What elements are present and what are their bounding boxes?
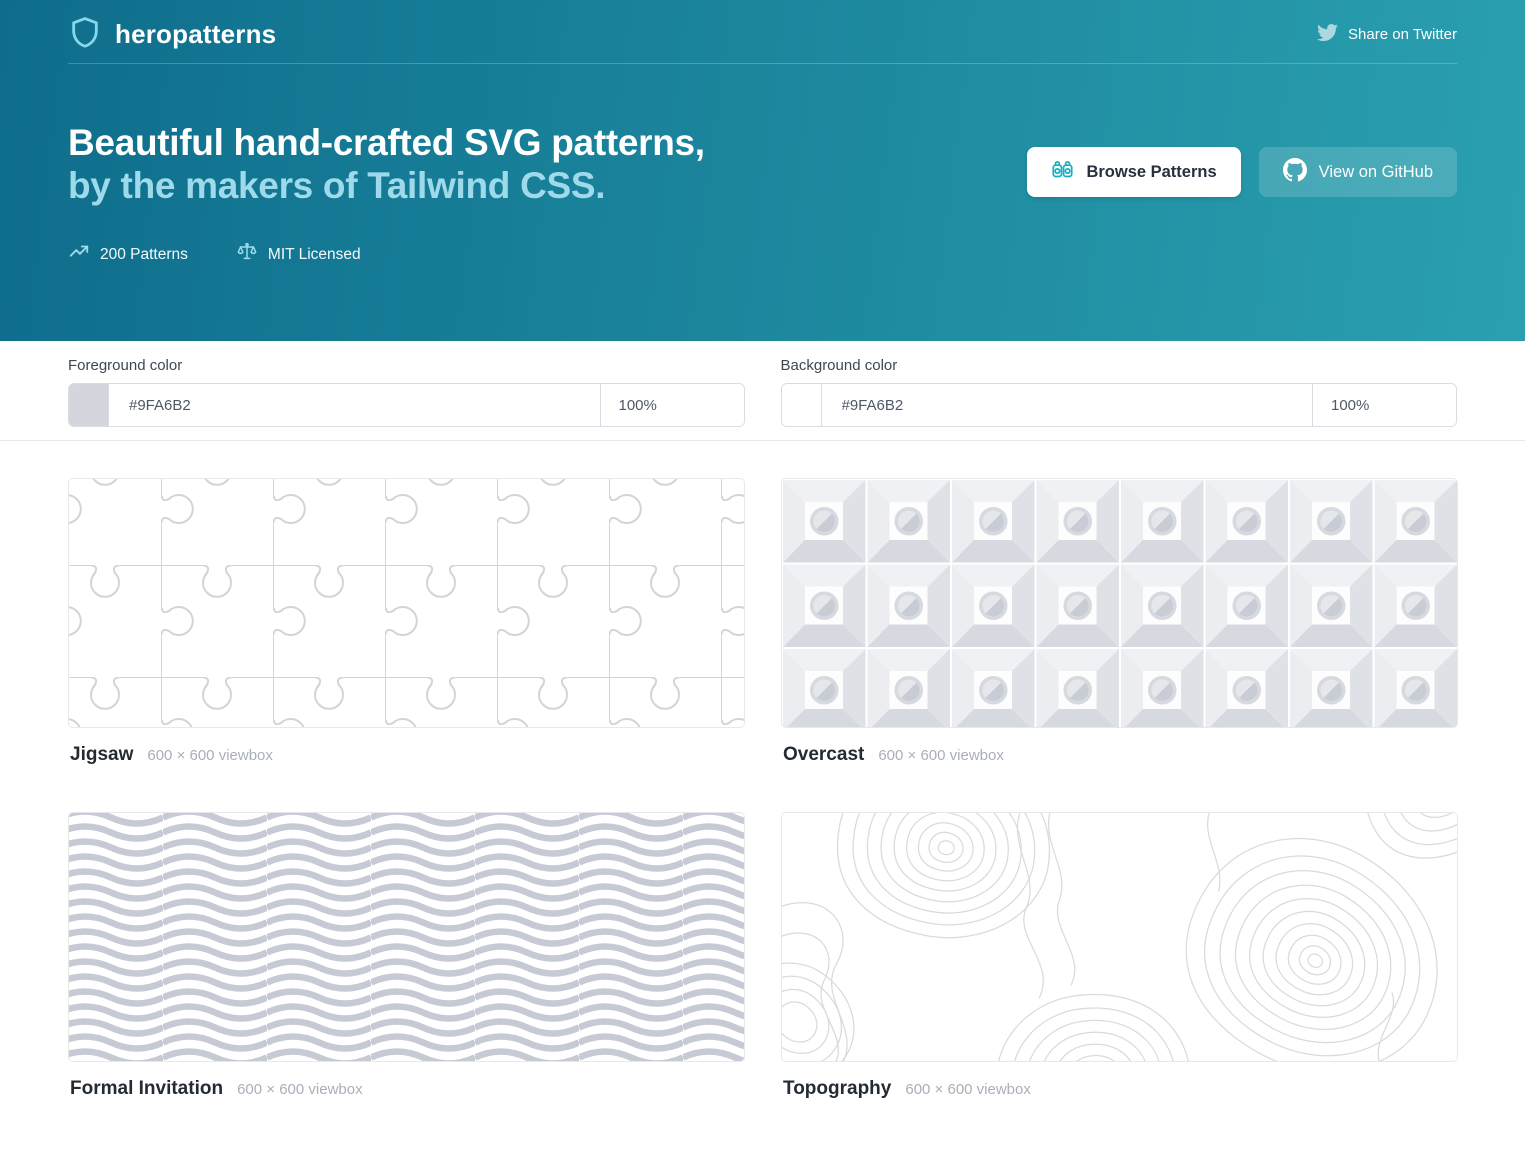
formal-invitation-pattern-tile[interactable]: [68, 812, 745, 1062]
share-label: Share on Twitter: [1348, 26, 1457, 43]
stat-patterns: 200 Patterns: [68, 241, 188, 268]
pattern-name: Jigsaw: [70, 744, 133, 766]
pattern-card-topography: Topography 600 × 600 viewbox: [781, 812, 1458, 1146]
pattern-caption: Topography 600 × 600 viewbox: [783, 1078, 1458, 1100]
hero-header: heropatterns Share on Twitter Beautiful …: [0, 0, 1525, 341]
pattern-caption: Formal Invitation 600 × 600 viewbox: [70, 1078, 745, 1100]
pattern-name: Topography: [783, 1078, 891, 1100]
title-line-1: Beautiful hand-crafted SVG patterns,: [68, 122, 705, 163]
pattern-viewbox: 600 × 600 viewbox: [237, 1081, 363, 1098]
scales-icon: [236, 241, 258, 268]
browse-patterns-label: Browse Patterns: [1086, 163, 1216, 182]
hero-buttons: Browse Patterns View on GitHub: [1027, 147, 1457, 268]
title-line-2: by the makers of Tailwind CSS.: [68, 165, 605, 206]
foreground-color-swatch[interactable]: [69, 384, 109, 426]
pattern-caption: Jigsaw 600 × 600 viewbox: [70, 744, 745, 766]
foreground-hex-input[interactable]: [109, 384, 600, 426]
pattern-name: Formal Invitation: [70, 1078, 223, 1100]
background-hex-input[interactable]: [822, 384, 1313, 426]
pattern-viewbox: 600 × 600 viewbox: [905, 1081, 1031, 1098]
foreground-opacity-input[interactable]: [600, 384, 744, 426]
topography-pattern-tile[interactable]: [781, 812, 1458, 1062]
top-bar: heropatterns Share on Twitter: [68, 0, 1457, 44]
logo-text: heropatterns: [115, 19, 276, 50]
pattern-card-jigsaw: Jigsaw 600 × 600 viewbox: [68, 478, 745, 812]
background-color-label: Background color: [781, 357, 1458, 374]
hero-copy: Beautiful hand-crafted SVG patterns, by …: [68, 121, 705, 268]
color-controls: Foreground color Background color: [0, 341, 1525, 441]
pattern-caption: Overcast 600 × 600 viewbox: [783, 744, 1458, 766]
trending-up-icon: [68, 241, 90, 268]
pattern-grid: Jigsaw 600 × 600 viewbox: [0, 441, 1525, 1146]
twitter-icon: [1317, 22, 1338, 47]
pattern-card-formal-invitation: Formal Invitation 600 × 600 viewbox: [68, 812, 745, 1146]
view-on-github-button[interactable]: View on GitHub: [1259, 147, 1457, 197]
pattern-card-overcast: Overcast 600 × 600 viewbox: [781, 478, 1458, 812]
pattern-viewbox: 600 × 600 viewbox: [147, 747, 273, 764]
foreground-color-label: Foreground color: [68, 357, 745, 374]
header-divider: [68, 63, 1457, 64]
stats-row: 200 Patterns MIT Licensed: [68, 241, 705, 268]
stat-license: MIT Licensed: [236, 241, 361, 268]
background-opacity-input[interactable]: [1312, 384, 1456, 426]
heropatterns-logo[interactable]: heropatterns: [68, 15, 276, 54]
jigsaw-pattern-tile[interactable]: [68, 478, 745, 728]
pattern-viewbox: 600 × 600 viewbox: [878, 747, 1004, 764]
stat-license-label: MIT Licensed: [268, 246, 361, 264]
browse-patterns-button[interactable]: Browse Patterns: [1027, 147, 1240, 197]
background-input-group: [781, 383, 1458, 427]
github-icon: [1283, 158, 1307, 187]
stat-patterns-label: 200 Patterns: [100, 246, 188, 264]
page-title: Beautiful hand-crafted SVG patterns, by …: [68, 121, 705, 207]
background-color-swatch[interactable]: [782, 384, 822, 426]
shield-icon: [68, 15, 102, 54]
pattern-name: Overcast: [783, 744, 864, 766]
share-on-twitter-link[interactable]: Share on Twitter: [1317, 22, 1457, 47]
foreground-color-control: Foreground color: [68, 357, 745, 440]
view-on-github-label: View on GitHub: [1319, 163, 1433, 182]
foreground-input-group: [68, 383, 745, 427]
overcast-pattern-tile[interactable]: [781, 478, 1458, 728]
binoculars-icon: [1051, 158, 1074, 186]
background-color-control: Background color: [781, 357, 1458, 440]
